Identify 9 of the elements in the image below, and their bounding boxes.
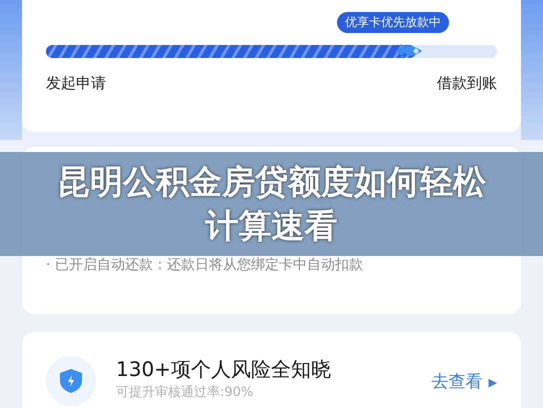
risk-subtitle: 可提升审核通过率:90% <box>116 385 254 401</box>
status-badge: 优享卡优先放款中 <box>337 12 449 33</box>
reminder-text: · 已开启自动还款：还款日将从您绑定卡中自动扣款 <box>46 256 364 275</box>
start-label: 发起申请 <box>46 73 106 94</box>
article-title: 昆明公积金房贷额度如何轻松计算速看 <box>56 161 487 247</box>
shield-icon <box>59 368 83 394</box>
view-link[interactable]: 去查看 ▶ <box>432 370 497 396</box>
end-label: 借款到账 <box>437 73 497 94</box>
risk-title: 130+项个人风险全知晓 <box>116 356 332 382</box>
